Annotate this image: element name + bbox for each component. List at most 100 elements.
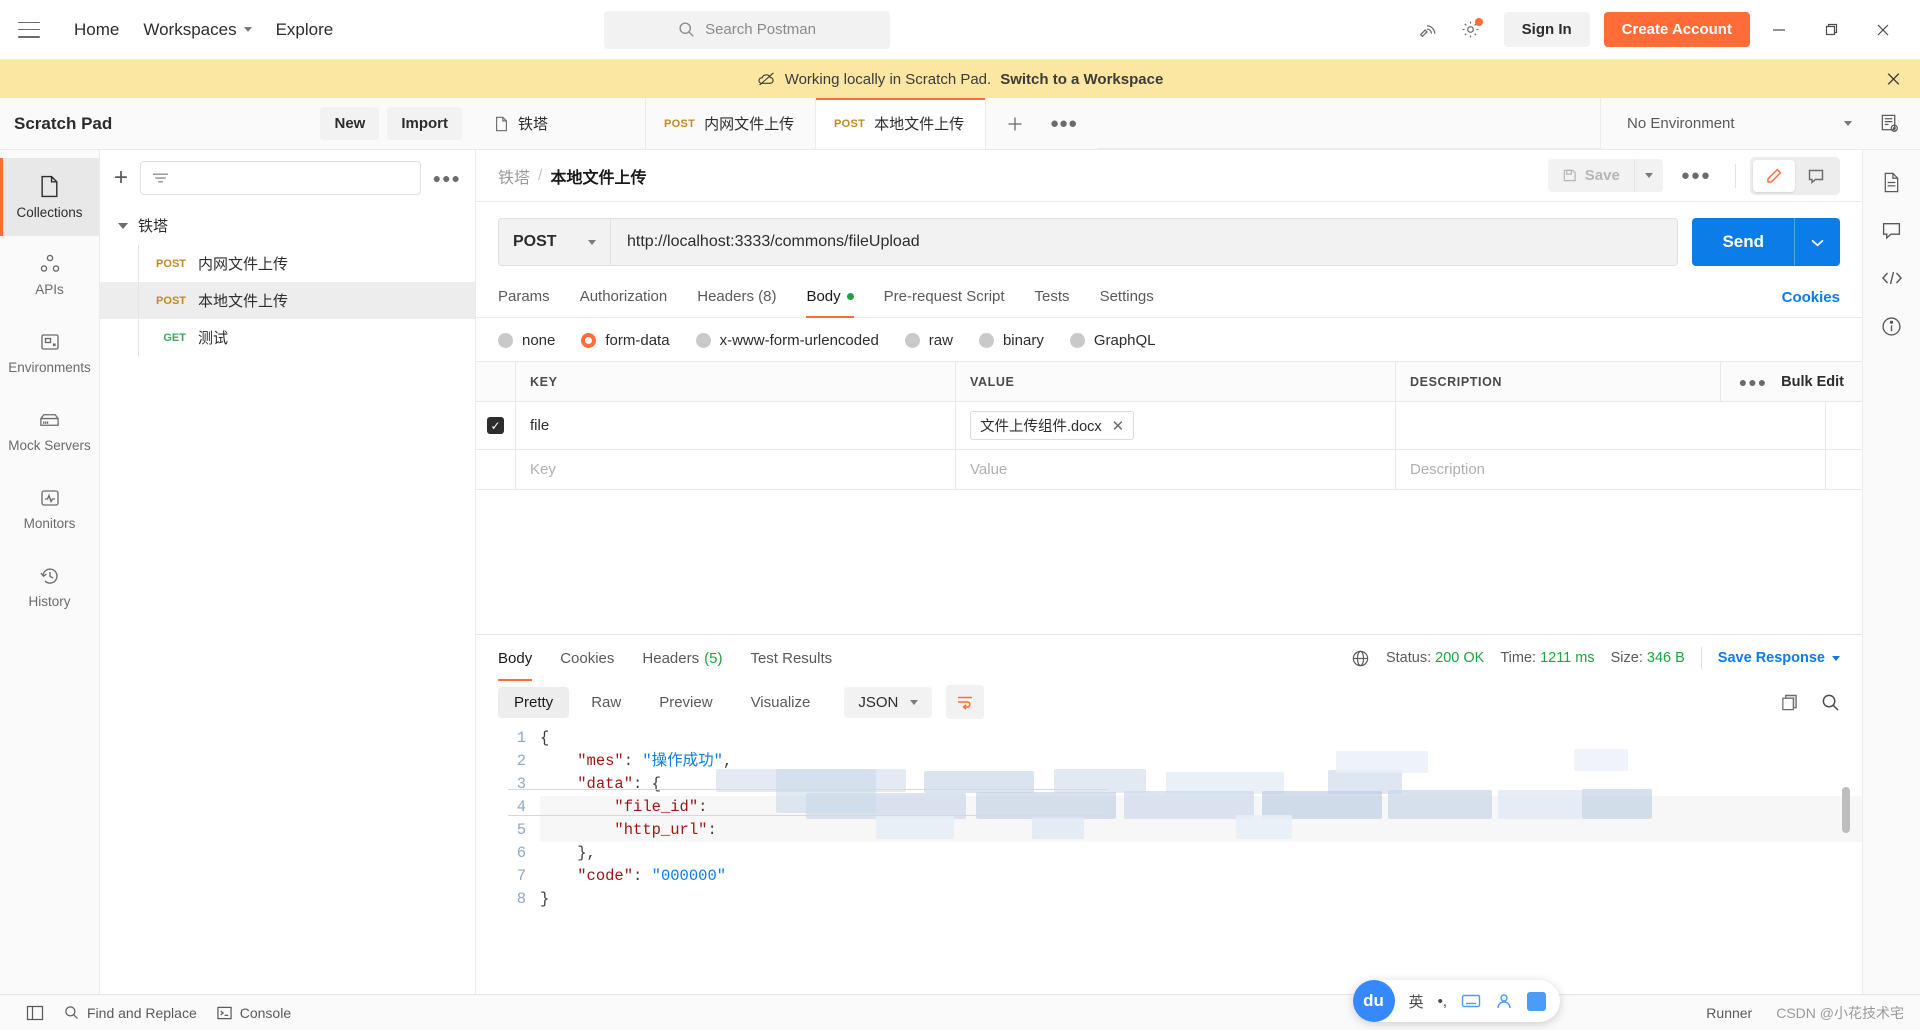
row-value-cell[interactable]: 文件上传组件.docx ✕ (956, 402, 1396, 449)
tab-pre-request-script[interactable]: Pre-request Script (884, 278, 1005, 317)
banner-close-icon[interactable] (1885, 71, 1902, 88)
sidebar-item-environments[interactable]: Environments (0, 314, 99, 392)
minimize-icon[interactable] (1756, 7, 1802, 53)
wrap-lines-icon[interactable] (946, 685, 985, 719)
response-tab-test-results[interactable]: Test Results (750, 635, 832, 681)
search-input[interactable]: Search Postman (604, 10, 891, 49)
radio-graphql[interactable]: GraphQL (1069, 332, 1156, 349)
new-value-input[interactable]: Value (956, 450, 1396, 489)
row-key-cell[interactable]: file (516, 402, 956, 449)
sidebar-item-collections[interactable]: Collections (0, 158, 99, 236)
new-description-input[interactable]: Description (1396, 450, 1826, 489)
runner-button[interactable]: Runner (1696, 1001, 1762, 1025)
tab-headers[interactable]: Headers (8) (697, 278, 776, 317)
ime-keyboard-icon[interactable] (1461, 993, 1481, 1010)
save-button[interactable]: Save (1548, 159, 1634, 192)
collection-root-tieta[interactable]: 铁塔 (100, 206, 475, 245)
radio-none[interactable]: none (498, 332, 555, 349)
response-code-area[interactable]: 1 2 3 4 5 6 7 8 { "mes": "操作成功", "data":… (476, 727, 1862, 994)
new-button[interactable]: New (320, 107, 380, 140)
ime-mode-toggle[interactable]: 英 (1409, 991, 1424, 1012)
view-tab-visualize[interactable]: Visualize (735, 687, 827, 718)
row-description-cell[interactable] (1396, 402, 1826, 449)
environment-selector[interactable]: No Environment (1619, 109, 1860, 138)
gear-icon[interactable] (1452, 11, 1490, 49)
new-tab-icon[interactable] (1006, 115, 1024, 133)
comment-mode-icon[interactable] (1795, 160, 1837, 192)
info-icon[interactable] (1870, 304, 1914, 348)
ime-user-icon[interactable] (1495, 992, 1513, 1010)
find-and-replace-button[interactable]: Find and Replace (54, 1001, 207, 1025)
tab-bendi-upload[interactable]: POST 本地文件上传 (816, 98, 986, 149)
list-item-ceshi[interactable]: GET 测试 (100, 319, 475, 356)
switch-workspace-link[interactable]: Switch to a Workspace (1000, 71, 1163, 88)
request-more-icon[interactable]: ●●● (1671, 159, 1721, 192)
documentation-icon[interactable] (1870, 160, 1914, 204)
code-snippet-icon[interactable] (1870, 256, 1914, 300)
url-input[interactable]: http://localhost:3333/commons/fileUpload (611, 219, 1678, 265)
nav-workspaces[interactable]: Workspaces (131, 14, 263, 46)
remove-file-icon[interactable]: ✕ (1112, 417, 1125, 435)
send-button[interactable]: Send (1692, 218, 1794, 266)
create-account-button[interactable]: Create Account (1603, 12, 1750, 47)
tab-settings[interactable]: Settings (1100, 278, 1154, 317)
cookies-link[interactable]: Cookies (1782, 289, 1840, 306)
response-tab-body[interactable]: Body (498, 635, 533, 681)
sidebar-item-apis[interactable]: APIs (0, 236, 99, 314)
view-tab-pretty[interactable]: Pretty (498, 686, 570, 718)
baidu-ime-logo-icon[interactable]: du (1352, 980, 1395, 1022)
sidebar-item-monitors[interactable]: Monitors (0, 470, 99, 548)
new-key-input[interactable]: Key (516, 450, 956, 489)
send-options-icon[interactable] (1794, 218, 1840, 266)
response-format-select[interactable]: JSON (844, 686, 933, 718)
copy-icon[interactable] (1780, 693, 1799, 712)
tab-more-icon[interactable]: ●●● (1050, 115, 1077, 132)
console-button[interactable]: Console (207, 1001, 301, 1025)
tab-tests[interactable]: Tests (1035, 278, 1070, 317)
nav-explore[interactable]: Explore (264, 14, 346, 46)
breadcrumb-parent[interactable]: 铁塔 (498, 164, 530, 188)
response-tab-cookies[interactable]: Cookies (560, 635, 614, 681)
save-options-icon[interactable] (1633, 159, 1663, 192)
close-icon[interactable] (1860, 7, 1906, 53)
nav-home[interactable]: Home (62, 14, 131, 46)
radio-raw[interactable]: raw (904, 332, 953, 349)
import-button[interactable]: Import (387, 107, 462, 140)
radio-binary[interactable]: binary (978, 332, 1044, 349)
file-chip[interactable]: 文件上传组件.docx ✕ (970, 411, 1135, 440)
ime-apps-icon[interactable] (1527, 991, 1546, 1011)
collections-filter-input[interactable] (140, 161, 421, 195)
row-checkbox[interactable]: ✓ (487, 417, 504, 434)
list-item-bendi-upload[interactable]: POST 本地文件上传 (100, 282, 475, 319)
view-tab-preview[interactable]: Preview (643, 687, 728, 718)
scrollbar-thumb[interactable] (1842, 787, 1850, 833)
maximize-icon[interactable] (1808, 7, 1854, 53)
tab-authorization[interactable]: Authorization (580, 278, 668, 317)
radio-form-data[interactable]: form-data (581, 332, 670, 349)
sidebar-toggle-icon[interactable] (16, 1001, 54, 1025)
search-icon[interactable] (1821, 693, 1840, 712)
hamburger-icon[interactable] (18, 21, 40, 38)
table-more-icon[interactable]: ●●● (1739, 374, 1767, 390)
tab-params[interactable]: Params (498, 278, 550, 317)
comments-icon[interactable] (1870, 208, 1914, 252)
sidebar-item-mock-servers[interactable]: Mock Servers (0, 392, 99, 470)
edit-mode-icon[interactable] (1753, 159, 1795, 192)
tab-body[interactable]: Body (806, 278, 854, 318)
http-method-select[interactable]: POST (499, 219, 611, 265)
add-collection-icon[interactable]: + (114, 166, 128, 190)
sign-in-button[interactable]: Sign In (1503, 12, 1590, 47)
response-tab-headers[interactable]: Headers (5) (642, 635, 722, 681)
save-response-button[interactable]: Save Response (1718, 650, 1840, 666)
tab-collection-tieta[interactable]: 铁塔 (476, 98, 646, 149)
radio-x-www-form-urlencoded[interactable]: x-www-form-urlencoded (695, 332, 879, 349)
sidebar-item-history[interactable]: History (0, 548, 99, 626)
ime-punctuation-icon[interactable]: •, (1438, 993, 1447, 1010)
list-item-neiwang-upload[interactable]: POST 内网文件上传 (100, 245, 475, 282)
view-tab-raw[interactable]: Raw (575, 687, 637, 718)
satellite-icon[interactable] (1408, 11, 1446, 49)
collections-more-icon[interactable]: ●●● (433, 170, 461, 186)
bulk-edit-button[interactable]: Bulk Edit (1781, 374, 1844, 390)
tab-neiwang-upload[interactable]: POST 内网文件上传 (646, 98, 816, 149)
environment-quick-look-icon[interactable] (1870, 105, 1908, 143)
